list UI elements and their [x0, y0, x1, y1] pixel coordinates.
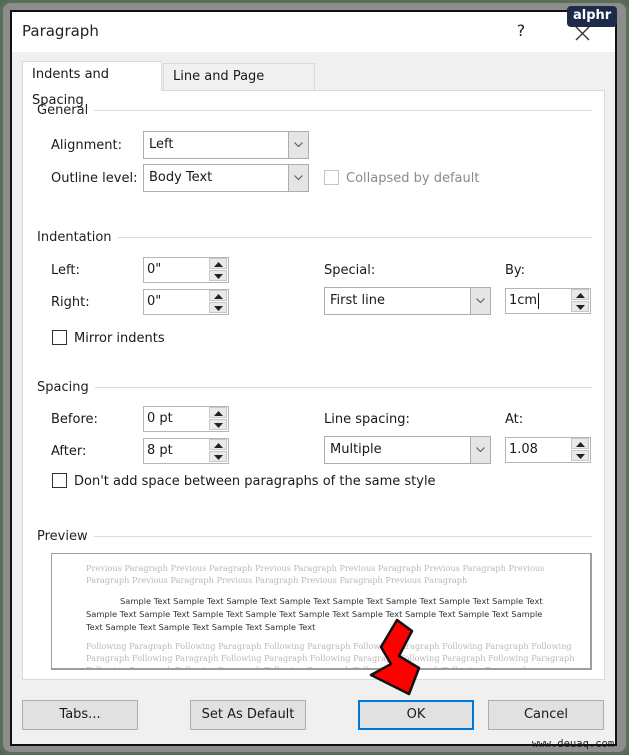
left-indent-label: Left: [51, 263, 80, 278]
triangle-up-icon [576, 293, 585, 298]
outline-level-value: Body Text [149, 170, 213, 185]
preview-sample-line: Sample Text Sample Text Sample Text Samp… [86, 609, 543, 619]
at-value: 1.08 [509, 442, 538, 457]
indentation-heading: Indentation [37, 230, 118, 245]
tab-indents-and-spacing[interactable]: Indents and Spacing [22, 61, 162, 108]
special-select[interactable]: First line [324, 287, 491, 315]
left-indent-decrement[interactable] [209, 270, 227, 281]
help-button[interactable]: ? [509, 21, 533, 40]
chevron-down-icon [294, 175, 303, 181]
preview-sample-line: Sample Text Sample Text Sample Text Samp… [120, 596, 543, 606]
at-spinner[interactable]: 1.08 [505, 437, 591, 463]
arrow-icon [369, 618, 421, 696]
left-indent-spinner[interactable]: 0" [143, 257, 229, 283]
preview-following-line: Following Paragraph Following Paragraph … [86, 665, 529, 670]
triangle-up-icon [214, 262, 223, 267]
dont-add-space-checkbox[interactable] [52, 473, 67, 488]
by-spinner[interactable]: 1cm [505, 288, 591, 314]
at-increment[interactable] [571, 438, 589, 449]
special-label: Special: [324, 263, 376, 278]
preview-divider [37, 536, 592, 537]
right-indent-value: 0" [147, 294, 162, 309]
alignment-select[interactable]: Left [143, 131, 309, 159]
triangle-down-icon [576, 454, 585, 459]
preview-following-line: Following Paragraph Following Paragraph … [86, 641, 572, 651]
before-value: 0 pt [147, 411, 173, 426]
alignment-value: Left [149, 137, 174, 152]
triangle-up-icon [214, 294, 223, 299]
general-divider [37, 110, 592, 111]
collapsed-by-default-label: Collapsed by default [346, 171, 480, 186]
at-label: At: [505, 412, 524, 427]
right-indent-decrement[interactable] [209, 302, 227, 313]
alignment-dropdown-button[interactable] [288, 132, 308, 158]
tab-line-and-page-breaks[interactable]: Line and Page Breaks [163, 63, 315, 110]
set-as-default-button[interactable]: Set As Default [190, 700, 306, 730]
after-label: After: [51, 444, 87, 459]
after-value: 8 pt [147, 443, 173, 458]
alphr-watermark: alphr [567, 6, 618, 27]
after-increment[interactable] [209, 439, 227, 450]
at-decrement[interactable] [571, 450, 589, 461]
after-decrement[interactable] [209, 451, 227, 462]
triangle-down-icon [576, 305, 585, 310]
chevron-down-icon [294, 142, 303, 148]
before-label: Before: [51, 412, 98, 427]
line-spacing-select[interactable]: Multiple [324, 436, 491, 464]
triangle-up-icon [214, 411, 223, 416]
by-increment[interactable] [571, 289, 589, 300]
spacing-heading: Spacing [37, 380, 95, 395]
triangle-up-icon [576, 442, 585, 447]
by-value: 1cm [509, 293, 538, 308]
triangle-down-icon [214, 455, 223, 460]
outline-level-select[interactable]: Body Text [143, 164, 309, 192]
outline-level-label: Outline level: [51, 171, 138, 186]
triangle-up-icon [214, 443, 223, 448]
left-indent-value: 0" [147, 262, 162, 277]
ok-button[interactable]: OK [358, 700, 474, 730]
line-spacing-dropdown-button[interactable] [470, 437, 490, 463]
mirror-indents-label: Mirror indents [74, 331, 165, 346]
triangle-down-icon [214, 274, 223, 279]
collapsed-by-default-checkbox[interactable] [324, 170, 339, 185]
right-indent-label: Right: [51, 295, 90, 310]
text-caret [538, 293, 539, 309]
preview-heading: Preview [37, 529, 94, 544]
paragraph-preview: Previous Paragraph Previous Paragraph Pr… [51, 553, 592, 670]
by-decrement[interactable] [571, 301, 589, 312]
alignment-label: Alignment: [51, 138, 122, 153]
preview-sample-line: Text Sample Text Sample Text Sample Text… [86, 622, 316, 632]
before-decrement[interactable] [209, 419, 227, 430]
site-watermark: www.deuaq.com [532, 738, 615, 750]
before-spinner[interactable]: 0 pt [143, 406, 229, 432]
chevron-down-icon [476, 298, 485, 304]
preview-previous-line: Previous Paragraph Previous Paragraph Pr… [86, 563, 545, 573]
special-value: First line [330, 293, 385, 308]
spacing-divider [37, 387, 592, 388]
after-spinner[interactable]: 8 pt [143, 438, 229, 464]
mirror-indents-checkbox[interactable] [52, 330, 67, 345]
preview-previous-line: Paragraph Previous Paragraph Previous Pa… [86, 575, 468, 585]
dialog-title: Paragraph [22, 22, 99, 40]
cancel-button[interactable]: Cancel [488, 700, 604, 730]
triangle-down-icon [214, 306, 223, 311]
title-bar: Paragraph ? [12, 12, 615, 52]
red-arrow-annotation [369, 618, 421, 696]
indentation-divider [37, 237, 592, 238]
outline-level-dropdown-button[interactable] [288, 165, 308, 191]
by-label: By: [505, 263, 526, 278]
paragraph-dialog: Paragraph ? Indents and Spacing Line and… [10, 10, 617, 746]
right-indent-spinner[interactable]: 0" [143, 289, 229, 315]
tabs-button[interactable]: Tabs... [22, 700, 138, 730]
right-indent-increment[interactable] [209, 290, 227, 301]
special-dropdown-button[interactable] [470, 288, 490, 314]
left-indent-increment[interactable] [209, 258, 227, 269]
line-spacing-label: Line spacing: [324, 412, 410, 427]
chevron-down-icon [476, 447, 485, 453]
dont-add-space-label: Don't add space between paragraphs of th… [74, 474, 436, 489]
line-spacing-value: Multiple [330, 442, 382, 457]
before-increment[interactable] [209, 407, 227, 418]
triangle-down-icon [214, 423, 223, 428]
preview-following-line: Paragraph Following Paragraph Following … [86, 653, 575, 663]
